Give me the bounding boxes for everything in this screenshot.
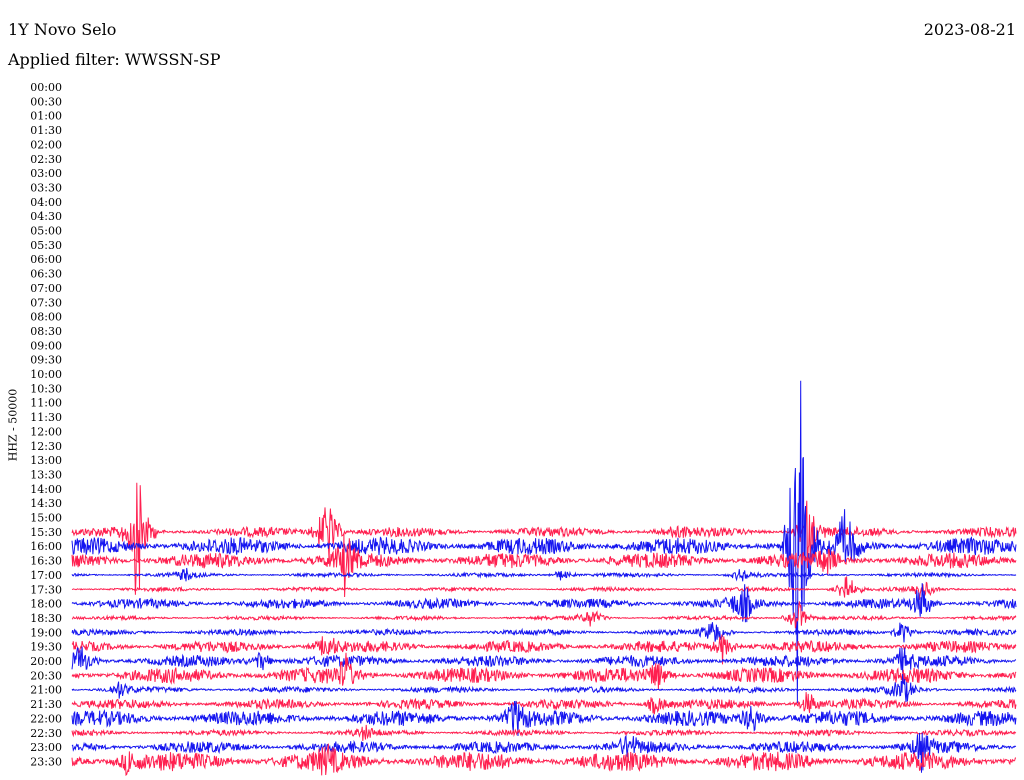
tick-label: 14:30 bbox=[30, 497, 62, 510]
tick-label: 14:00 bbox=[30, 483, 62, 496]
trace-1700 bbox=[71, 567, 1017, 582]
tick-label: 17:00 bbox=[30, 569, 62, 582]
tick-label: 11:30 bbox=[30, 411, 62, 424]
tick-label: 16:30 bbox=[30, 555, 62, 568]
tick-label: 21:00 bbox=[30, 684, 62, 697]
tick-label: 19:30 bbox=[30, 641, 62, 654]
tick-label: 02:30 bbox=[30, 153, 62, 166]
tick-label: 13:30 bbox=[30, 468, 62, 481]
trace-1900 bbox=[71, 622, 1017, 643]
tick-label: 09:00 bbox=[30, 339, 62, 352]
tick-label: 21:30 bbox=[30, 698, 62, 711]
tick-label: 02:00 bbox=[30, 138, 62, 151]
tick-label: 20:30 bbox=[30, 669, 62, 682]
tick-label: 20:00 bbox=[30, 655, 62, 668]
time-tick-labels: 00:0000:30 01:0001:3002:00 02:3003:0003:30… bbox=[30, 81, 62, 768]
tick-label: 23:00 bbox=[30, 741, 62, 754]
seismic-traces bbox=[71, 380, 1017, 776]
tick-label: 15:00 bbox=[30, 512, 62, 525]
tick-label: 01:00 bbox=[30, 110, 62, 123]
tick-label: 18:00 bbox=[30, 598, 62, 611]
trace-1600 bbox=[71, 380, 1017, 704]
tick-label: 04:00 bbox=[30, 196, 62, 209]
tick-label: 07:00 bbox=[30, 282, 62, 295]
tick-label: 13:00 bbox=[30, 454, 62, 467]
tick-label: 09:30 bbox=[30, 354, 62, 367]
seismogram-plot: 00:0000:30 01:0001:3002:00 02:3003:0003:30… bbox=[30, 81, 1017, 776]
tick-label: 12:30 bbox=[30, 440, 62, 453]
tick-label: 03:00 bbox=[30, 167, 62, 180]
tick-label: 05:30 bbox=[30, 239, 62, 252]
tick-label: 07:30 bbox=[30, 296, 62, 309]
tick-label: 10:00 bbox=[30, 368, 62, 381]
tick-label: 12:00 bbox=[30, 425, 62, 438]
tick-label: 05:00 bbox=[30, 225, 62, 238]
tick-label: 00:00 bbox=[30, 81, 62, 94]
tick-label: 23:30 bbox=[30, 755, 62, 768]
tick-label: 08:00 bbox=[30, 311, 62, 324]
tick-label: 10:30 bbox=[30, 382, 62, 395]
trace-2230 bbox=[71, 724, 1017, 741]
tick-label: 06:00 bbox=[30, 253, 62, 266]
trace-1530 bbox=[71, 482, 1017, 595]
trace-2130 bbox=[71, 692, 1017, 715]
tick-label: 08:30 bbox=[30, 325, 62, 338]
tick-label: 22:30 bbox=[30, 727, 62, 740]
trace-2030 bbox=[71, 652, 1017, 690]
tick-label: 17:30 bbox=[30, 583, 62, 596]
tick-label: 22:00 bbox=[30, 712, 62, 725]
tick-label: 16:00 bbox=[30, 540, 62, 553]
trace-2300 bbox=[71, 732, 1017, 773]
tick-label: 01:30 bbox=[30, 124, 62, 137]
tick-label: 00:30 bbox=[30, 95, 62, 108]
tick-label: 06:30 bbox=[30, 268, 62, 281]
tick-label: 11:00 bbox=[30, 397, 62, 410]
tick-label: 18:30 bbox=[30, 612, 62, 625]
tick-label: 19:00 bbox=[30, 626, 62, 639]
tick-label: 15:30 bbox=[30, 526, 62, 539]
tick-label: 04:30 bbox=[30, 210, 62, 223]
tick-label: 03:30 bbox=[30, 181, 62, 194]
trace-1730 bbox=[71, 576, 1017, 600]
